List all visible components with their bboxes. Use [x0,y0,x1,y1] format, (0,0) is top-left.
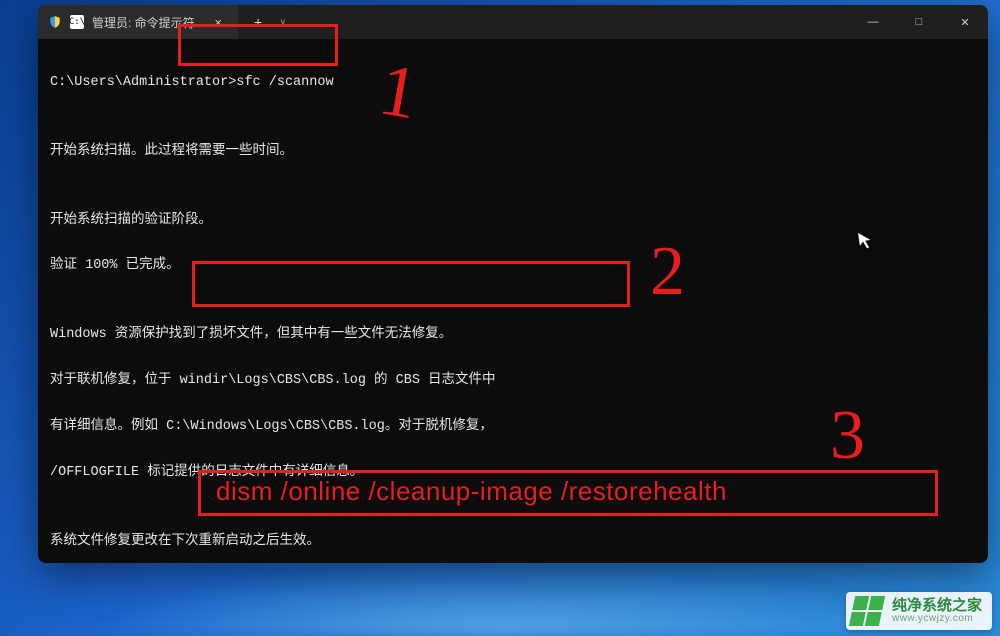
admin-shield-icon [48,15,62,29]
terminal-body[interactable]: C:\Users\Administrator>sfc /scannow 开始系统… [38,39,988,563]
new-tab-button[interactable]: + [246,10,270,34]
terminal-line: C:\Users\Administrator>sfc /scannow [50,72,976,95]
terminal-line: Windows 资源保护找到了损坏文件，但其中有一些文件无法修复。 [50,324,976,347]
tab-strip-actions: + ˅ [238,10,293,34]
tab-dropdown-button[interactable]: ˅ [280,17,285,27]
title-bar: C:\ 管理员: 命令提示符 × + ˅ — □ ✕ [38,5,988,39]
cmd-icon: C:\ [70,15,84,29]
watermark-url: www.ycwjzy.com [892,614,982,625]
terminal-window: C:\ 管理员: 命令提示符 × + ˅ — □ ✕ C:\Users\Admi… [38,5,988,563]
watermark-logo-icon [849,596,885,626]
watermark: 纯净系统之家 www.ycwjzy.com [846,592,992,630]
tab-close-button[interactable]: × [208,15,228,30]
terminal-line: 对于联机修复，位于 windir\Logs\CBS\CBS.log 的 CBS … [50,370,976,393]
terminal-line: 开始系统扫描的验证阶段。 [50,210,976,233]
terminal-line: 系统文件修复更改在下次重新启动之后生效。 [50,531,976,554]
terminal-line: /OFFLOGFILE 标记提供的日志文件中有详细信息。 [50,462,976,485]
window-controls: — □ ✕ [850,5,988,39]
minimize-button[interactable]: — [850,5,896,39]
close-button[interactable]: ✕ [942,5,988,39]
maximize-button[interactable]: □ [896,5,942,39]
active-tab[interactable]: C:\ 管理员: 命令提示符 × [38,5,238,39]
window-title: 管理员: 命令提示符 [92,14,195,31]
watermark-title: 纯净系统之家 [892,598,982,614]
terminal-line: 有详细信息。例如 C:\Windows\Logs\CBS\CBS.log。对于脱… [50,416,976,439]
terminal-line: 开始系统扫描。此过程将需要一些时间。 [50,141,976,164]
terminal-line: 验证 100% 已完成。 [50,255,976,278]
